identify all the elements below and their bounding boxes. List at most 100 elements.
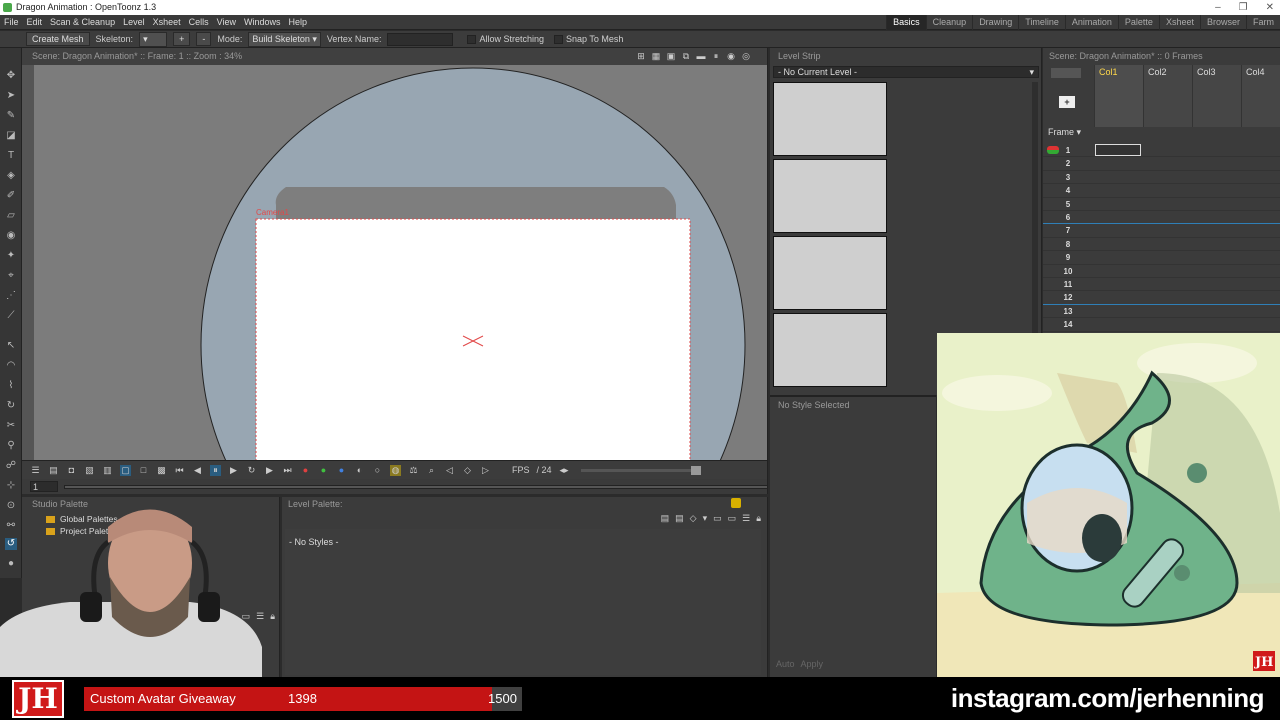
new-page-icon[interactable]: ▾ (703, 513, 708, 524)
minimize-button[interactable]: – (1215, 0, 1221, 15)
restore-button[interactable]: ❐ (1239, 0, 1248, 15)
first-frame-icon[interactable]: ⏮ (174, 465, 185, 476)
menu-icon[interactable]: ☰ (256, 611, 264, 622)
level-palette-body[interactable]: - No Styles - (285, 529, 761, 675)
field-guide-icon[interactable]: ▦ (651, 51, 661, 61)
hook-tool-icon[interactable]: ⊹ (5, 480, 17, 492)
canvas[interactable]: Camera1 (34, 65, 767, 460)
xsheet-row[interactable]: 12 (1043, 291, 1280, 305)
blue-channel-icon[interactable]: ● (336, 465, 347, 476)
magnet-tool-icon[interactable]: ◠ (5, 360, 17, 372)
room-cleanup[interactable]: Cleanup (925, 15, 973, 30)
xsheet-row[interactable]: 13 (1043, 305, 1280, 319)
tape-tool-icon[interactable]: ◉ (5, 230, 17, 242)
eraser-tool-icon[interactable]: ▱ (5, 210, 17, 222)
room-farm[interactable]: Farm (1246, 15, 1280, 30)
room-basics[interactable]: Basics (886, 15, 926, 30)
menu-cells[interactable]: Cells (185, 15, 213, 29)
xsheet-row[interactable]: 1 (1043, 144, 1280, 158)
room-animation[interactable]: Animation (1064, 15, 1118, 30)
pinch-tool-icon[interactable]: ⟋ (5, 310, 17, 322)
snap-to-mesh-option[interactable]: Snap To Mesh (553, 34, 623, 45)
column-header-col2[interactable]: Col2 (1143, 65, 1192, 127)
create-mesh-button[interactable]: Create Mesh (26, 32, 90, 46)
add-skeleton-button[interactable]: + (173, 32, 191, 46)
type-tool-icon[interactable]: T (5, 150, 17, 162)
mode-select[interactable]: Build Skeleton ▾ (248, 31, 321, 47)
tree-item-global-palettes[interactable]: Global Palettes (46, 514, 118, 524)
menu-level[interactable]: Level (119, 15, 149, 29)
rotate-tool-icon[interactable]: ↺ (5, 538, 17, 550)
skeleton-select[interactable]: ▾ (139, 31, 168, 47)
xsheet-row[interactable]: 5 (1043, 198, 1280, 211)
pump-tool-icon[interactable]: ↖ (5, 340, 17, 352)
save-as-icon[interactable]: ▤ (675, 513, 684, 524)
tracker-tool-icon[interactable]: ☍ (5, 460, 17, 472)
3d-view-icon[interactable]: ⧉ (681, 51, 691, 61)
menu-windows[interactable]: Windows (240, 15, 285, 29)
room-drawing[interactable]: Drawing (972, 15, 1018, 30)
tree-item-project-palettes[interactable]: Project Palettes (46, 526, 120, 536)
menu-icon[interactable]: ☰ (742, 513, 750, 524)
xsheet-row[interactable]: 11 (1043, 278, 1280, 292)
remove-skeleton-button[interactable]: - (196, 32, 212, 46)
fps-stepper[interactable]: ◂▸ (559, 465, 570, 476)
control-point-tool-icon[interactable]: ⋰ (5, 290, 17, 302)
loop-icon[interactable]: ↻ (246, 465, 257, 476)
xsheet-row[interactable]: 2 (1043, 157, 1280, 171)
folder-new-icon[interactable]: ▭ (242, 611, 251, 622)
auto-button[interactable]: Auto (776, 659, 795, 669)
level-strip-cell[interactable] (773, 313, 887, 387)
lock-icon[interactable]: ◍ (390, 464, 401, 476)
menu-help[interactable]: Help (285, 15, 312, 29)
brush-tool-icon[interactable]: ✎ (5, 110, 17, 122)
xsheet-row[interactable]: 7 (1043, 224, 1280, 238)
toggle-icon[interactable] (731, 498, 741, 508)
menu-scan-cleanup[interactable]: Scan & Cleanup (46, 15, 119, 29)
xsheet-row[interactable]: 14 (1043, 318, 1280, 332)
xsheet-row[interactable]: 3 (1043, 171, 1280, 185)
red-channel-icon[interactable]: ● (300, 465, 311, 476)
histogram-icon[interactable]: ▥ (102, 465, 113, 476)
plastic-tool-icon[interactable]: ⊙ (5, 500, 17, 512)
skeleton-tool-icon[interactable]: ⚲ (5, 440, 17, 452)
list-view-icon[interactable]: ▭ (227, 611, 236, 622)
view-icon[interactable]: ▭ (713, 513, 722, 524)
column-header-col3[interactable]: Col3 (1192, 65, 1241, 127)
save-icon[interactable]: ▤ (48, 465, 59, 476)
key-icon[interactable]: ◇ (690, 513, 697, 524)
camera-icon[interactable]: ▬ (696, 51, 706, 61)
paint-brush-tool-icon[interactable]: ✐ (5, 190, 17, 202)
pause-icon[interactable]: ⏸ (210, 464, 221, 476)
menu-icon[interactable]: ☰ (30, 465, 41, 476)
white-bg-icon[interactable]: □ (138, 465, 149, 476)
menu-view[interactable]: View (213, 15, 240, 29)
geometric-tool-icon[interactable]: ◪ (5, 130, 17, 142)
save-palette-icon[interactable]: ▤ (661, 513, 670, 524)
prev-key-icon[interactable]: ◁ (444, 465, 455, 476)
snapshot-icon[interactable]: ◘ (66, 465, 77, 476)
level-strip-cell[interactable] (773, 159, 887, 233)
bender-tool-icon[interactable]: ⌇ (5, 380, 17, 392)
column-header-col4[interactable]: Col4 (1241, 65, 1280, 127)
lock-icon[interactable]: 🔒︎ (756, 513, 761, 524)
xsheet-row[interactable]: 4 (1043, 184, 1280, 198)
frame-zoom-select[interactable]: Frame ▾ (1046, 127, 1090, 138)
last-frame-icon[interactable]: ⏭ (282, 465, 293, 476)
camera-box-icon[interactable]: ▢ (120, 464, 131, 476)
menu-edit[interactable]: Edit (23, 15, 47, 29)
green-channel-icon[interactable]: ● (318, 465, 329, 476)
xsheet-row[interactable]: 6 (1043, 211, 1280, 225)
subcamera-preview-icon[interactable]: ◎ (741, 51, 751, 61)
play-icon[interactable]: ▶ (228, 465, 239, 476)
checkered-bg-icon[interactable]: ▩ (156, 465, 167, 476)
current-cell[interactable] (1095, 144, 1141, 156)
hand-tool-icon[interactable]: ● (5, 558, 17, 570)
add-column-icon[interactable]: + (1059, 96, 1075, 108)
column-header-col1[interactable]: Col1 (1094, 65, 1143, 127)
menu-xsheet[interactable]: Xsheet (149, 15, 185, 29)
iron-tool-icon[interactable]: ↻ (5, 400, 17, 412)
fps-slider-handle[interactable] (690, 465, 701, 475)
frame-slider[interactable] (63, 484, 767, 489)
current-level-select[interactable]: - No Current Level - ▾ (773, 66, 1039, 78)
